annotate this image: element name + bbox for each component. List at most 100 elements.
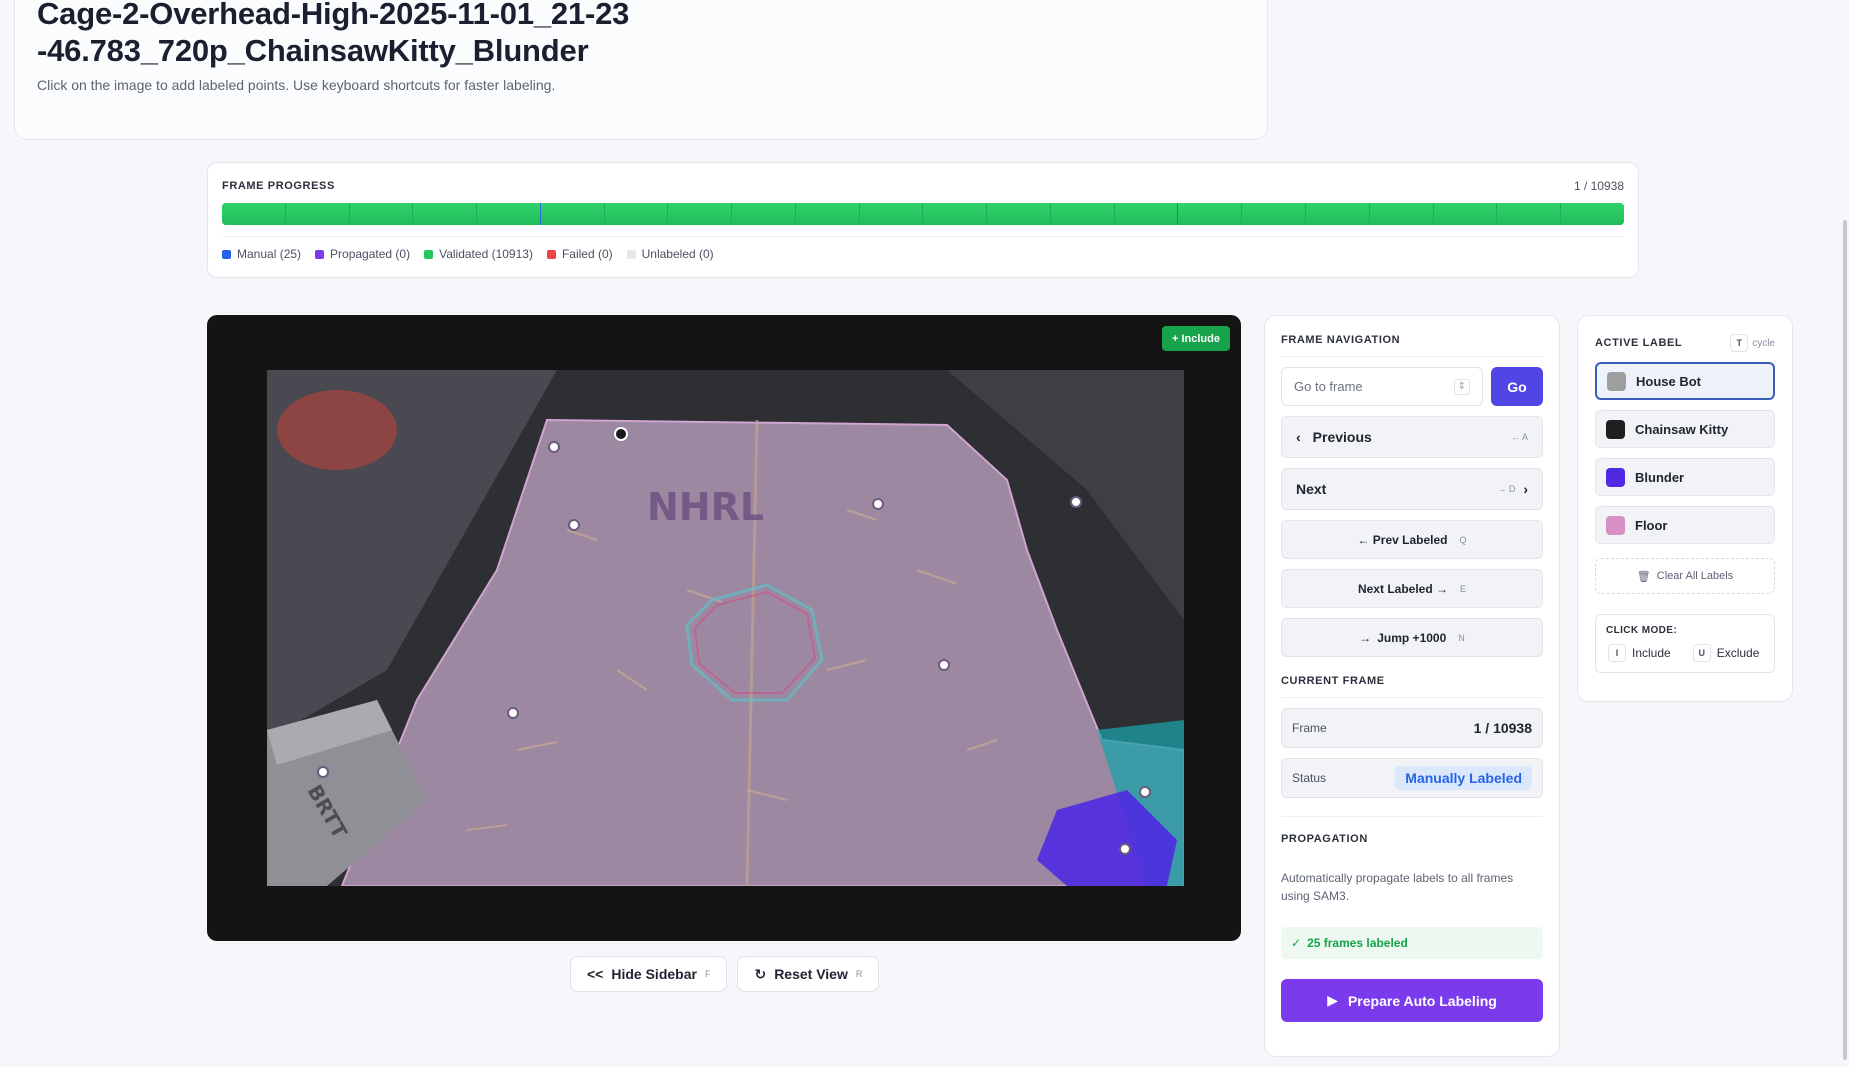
status-badge: Manually Labeled [1395, 766, 1532, 790]
label-name: Floor [1635, 517, 1668, 533]
hide-sidebar-button[interactable]: << Hide Sidebar F [570, 956, 728, 992]
go-button[interactable]: Go [1491, 367, 1543, 406]
trash-icon: 🗑 [1636, 570, 1651, 583]
propagation-title: PROPAGATION [1281, 816, 1543, 855]
status-label: Status [1292, 771, 1327, 785]
page-scrollbar[interactable] [1843, 220, 1847, 1060]
legend-swatch [626, 249, 636, 259]
frame-label: Frame [1292, 721, 1327, 735]
progress-segment [859, 203, 924, 225]
frame-row: Frame 1 / 10938 [1281, 708, 1543, 748]
progress-segment [1369, 203, 1434, 225]
label-name: Blunder [1635, 469, 1685, 485]
progress-segment [540, 203, 605, 225]
chevron-right-icon: › [1523, 481, 1528, 497]
viewer-controls: << Hide Sidebar F ↻ Reset View R [570, 956, 880, 992]
hide-sidebar-key: F [704, 969, 711, 979]
clear-all-labels-label: Clear All Labels [1656, 570, 1734, 582]
frame-progress-panel: FRAME PROGRESS 1 / 10938 Manual (25) Pro… [207, 162, 1639, 278]
prev-labeled-label: ← Prev Labeled [1357, 532, 1448, 547]
legend-swatch [315, 249, 325, 259]
next-labeled-key: E [1460, 583, 1467, 594]
frame-progress-count: 1 / 10938 [1573, 179, 1624, 193]
reset-view-button[interactable]: ↻ Reset View R [737, 956, 880, 992]
previous-label: Previous [1312, 429, 1372, 445]
previous-button[interactable]: ‹ Previous ← A [1281, 416, 1543, 458]
progress-segment [1050, 203, 1115, 225]
progress-segment [732, 203, 796, 225]
legend-swatch [424, 249, 434, 259]
chevron-left-icon: ‹ [1296, 429, 1301, 445]
legend-label: Propagated (0) [330, 247, 411, 261]
prev-labeled-key: Q [1459, 534, 1467, 545]
legend-unlabeled: Unlabeled (0) [626, 247, 714, 261]
legend-label: Validated (10913) [439, 247, 533, 261]
progress-segment [349, 203, 414, 225]
hide-sidebar-label: Hide Sidebar [611, 966, 697, 982]
progress-segment [222, 203, 286, 225]
arrow-right-icon: → [1359, 630, 1372, 645]
progress-segment [987, 203, 1051, 225]
progress-legend: Manual (25) Propagated (0) Validated (10… [222, 236, 1624, 261]
frame-progress-title: FRAME PROGRESS [222, 180, 335, 192]
frames-labeled-text: 25 frames labeled [1307, 936, 1408, 950]
include-mode-badge: + Include [1162, 326, 1230, 351]
progress-segment [1242, 203, 1307, 225]
include-mode-option[interactable]: Include [1632, 646, 1671, 660]
propagation-description: Automatically propagate labels to all fr… [1281, 871, 1514, 903]
active-label-title: ACTIVE LABEL [1595, 337, 1683, 349]
next-labeled-button[interactable]: Next Labeled → E [1281, 569, 1543, 608]
goto-frame-input[interactable]: Go to frame ⇕ [1281, 367, 1483, 406]
page-title: Cage-2-Overhead-High-2025-11-01_21-23-46… [37, 0, 630, 68]
jump-label: Jump +1000 [1377, 630, 1447, 645]
double-chevron-left-icon: << [587, 966, 604, 982]
legend-label: Manual (25) [237, 247, 302, 261]
legend-validated: Validated (10913) [424, 247, 533, 261]
reset-view-key: R [855, 969, 863, 979]
label-name: Chainsaw Kitty [1635, 421, 1729, 437]
next-key: → D [1497, 484, 1516, 494]
exclude-mode-option[interactable]: Exclude [1717, 646, 1760, 660]
prepare-auto-labeling-label: Prepare Auto Labeling [1347, 992, 1497, 1009]
prev-labeled-button[interactable]: ← Prev Labeled Q [1281, 520, 1543, 559]
frame-image[interactable]: NHRL BRTT [267, 370, 1184, 886]
progress-segment [1178, 203, 1243, 225]
click-mode-box: CLICK MODE: I Include U Exclude [1595, 614, 1775, 673]
label-item-chainsaw-kitty[interactable]: Chainsaw Kitty [1595, 410, 1775, 448]
legend-label: Unlabeled (0) [641, 247, 714, 261]
label-swatch [1606, 467, 1625, 487]
progress-segment [285, 203, 350, 225]
frame-value: 1 / 10938 [1473, 720, 1532, 736]
progress-segment [413, 203, 478, 225]
status-row: Status Manually Labeled [1281, 758, 1543, 798]
frame-progress-bar[interactable] [222, 203, 1624, 225]
play-icon: ▶ [1327, 992, 1338, 1008]
stepper-icon[interactable]: ⇕ [1453, 378, 1470, 395]
clear-all-labels-button[interactable]: 🗑 Clear All Labels [1595, 558, 1775, 594]
frames-labeled-badge: ✓ 25 frames labeled [1281, 927, 1543, 959]
cycle-key: T [1730, 334, 1749, 352]
label-swatch [1607, 371, 1626, 391]
rotate-icon: ↻ [754, 965, 767, 982]
label-item-house-bot[interactable]: House Bot [1595, 362, 1775, 400]
progress-segment [1561, 203, 1624, 225]
jump-button[interactable]: → Jump +1000 N [1281, 618, 1543, 657]
active-label-panel: ACTIVE LABEL T cycle House Bot Chainsaw … [1577, 315, 1793, 702]
label-swatch [1606, 419, 1625, 439]
jump-key: N [1458, 632, 1465, 643]
label-item-floor[interactable]: Floor [1595, 506, 1775, 544]
header-card: Cage-2-Overhead-High-2025-11-01_21-23-46… [14, 0, 1268, 140]
label-item-blunder[interactable]: Blunder [1595, 458, 1775, 496]
next-button[interactable]: Next → D › [1281, 468, 1543, 510]
frame-navigation-title: FRAME NAVIGATION [1281, 334, 1543, 357]
page-subtitle: Click on the image to add labeled points… [37, 77, 556, 93]
legend-swatch [546, 249, 556, 259]
progress-segment [923, 203, 988, 225]
legend-label: Failed (0) [561, 247, 613, 261]
current-frame-title: CURRENT FRAME [1281, 675, 1543, 698]
reset-view-label: Reset View [774, 966, 848, 982]
legend-propagated: Propagated (0) [315, 247, 410, 261]
image-viewer[interactable]: + Include NHRL BRTT [207, 315, 1241, 941]
prepare-auto-labeling-button[interactable]: ▶ Prepare Auto Labeling [1281, 979, 1543, 1022]
goto-frame-placeholder: Go to frame [1294, 379, 1363, 394]
